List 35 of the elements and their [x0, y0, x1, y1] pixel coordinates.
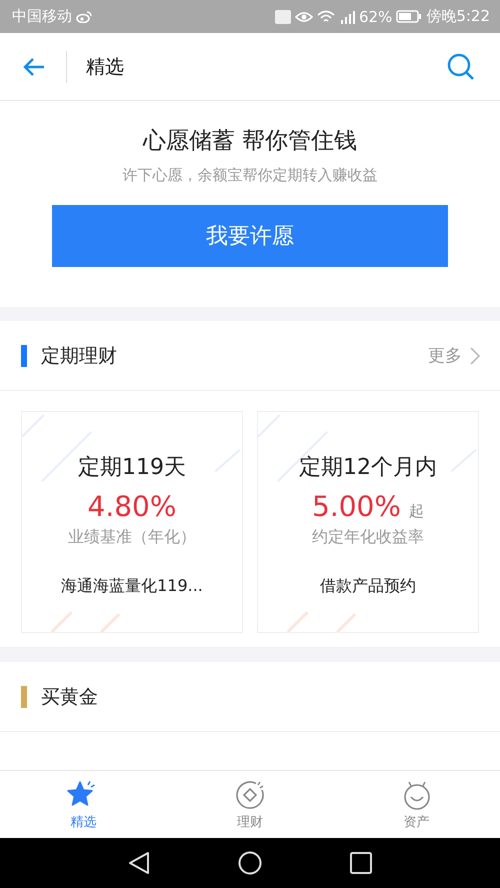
tab-item[interactable]: 精选 — [0, 771, 167, 838]
rate-label: 约定年化收益率 — [312, 527, 424, 548]
eye-icon — [294, 10, 313, 22]
product-name: 海通海蓝量化119... — [61, 576, 203, 597]
recents-nav-icon[interactable] — [350, 852, 372, 874]
carrier-text: 中国移动 — [12, 7, 72, 26]
back-nav-icon[interactable] — [128, 851, 150, 875]
rate-label: 业绩基准（年化） — [68, 527, 196, 548]
section-title: 定期理财 — [41, 344, 117, 368]
product-name: 借款产品预约 — [320, 576, 416, 597]
coin-icon — [234, 778, 266, 810]
term-title: 定期12个月内 — [299, 454, 437, 482]
tab-item[interactable]: 资产 — [333, 771, 500, 838]
product-card[interactable]: 定期119天 4.80% 业绩基准（年化） 海通海蓝量化119... — [21, 411, 243, 633]
page-title: 精选 — [86, 54, 124, 80]
wish-title: 心愿储蓄 帮你管住钱 — [142, 127, 358, 156]
signal-icon — [338, 10, 355, 24]
rate-value: 4.80% — [88, 490, 176, 523]
make-wish-button[interactable]: 我要许愿 — [52, 205, 448, 267]
time-text: 傍晚5:22 — [426, 7, 490, 26]
rate-suffix: 起 — [408, 502, 424, 521]
rate-value: 5.00% — [312, 490, 401, 523]
battery-text: 62% — [358, 8, 392, 26]
section-title: 买黄金 — [41, 684, 98, 710]
tab-item[interactable]: 理财 — [166, 771, 334, 838]
wish-subtitle: 许下心愿，余额宝帮你定期转入赚收益 — [122, 166, 378, 185]
term-title: 定期119天 — [78, 454, 186, 482]
home-nav-icon[interactable] — [238, 851, 262, 875]
battery-icon — [396, 10, 422, 23]
more-link[interactable]: 更多 — [428, 344, 462, 367]
product-card[interactable]: 定期12个月内 5.00% 起 约定年化收益率 借款产品预约 — [257, 411, 479, 633]
wifi-icon — [316, 10, 335, 24]
back-icon[interactable] — [22, 56, 46, 76]
search-icon[interactable] — [446, 52, 476, 82]
weibo-icon — [76, 10, 92, 22]
